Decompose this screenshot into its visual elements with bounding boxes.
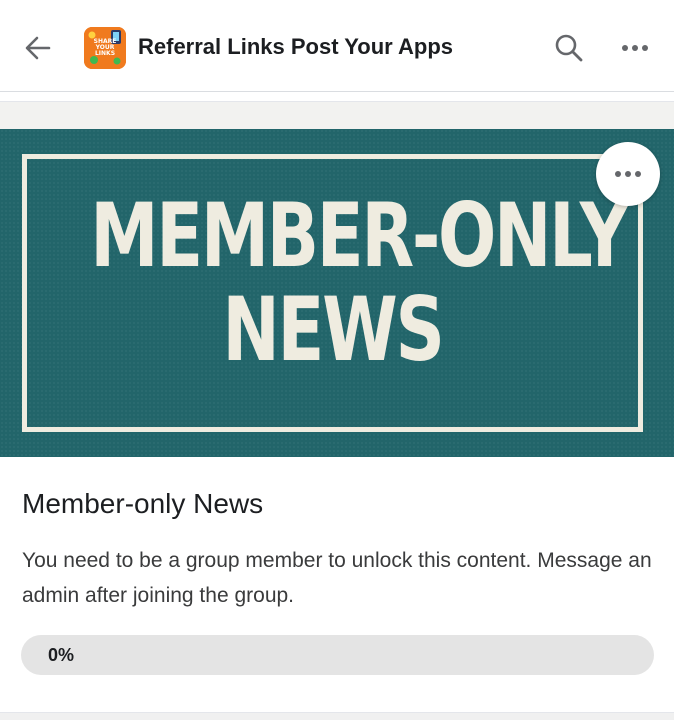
progress-label: 0% <box>48 645 75 665</box>
arrow-left-icon <box>25 36 51 60</box>
more-options-button[interactable] <box>615 28 655 68</box>
more-horizontal-icon <box>615 171 641 177</box>
search-button[interactable] <box>549 28 589 68</box>
banner-more-button[interactable] <box>596 142 660 206</box>
cover-banner: MEMBER-ONLY NEWS <box>0 129 674 457</box>
post-body: You need to be a group member to unlock … <box>22 549 652 607</box>
banner-headline: MEMBER-ONLY NEWS <box>90 184 629 381</box>
post-title: Member-only News <box>22 488 264 519</box>
banner-line-2: NEWS <box>222 278 444 381</box>
group-avatar-text: SHARE YOUR LINKS <box>93 38 117 57</box>
banner-line-1: MEMBER-ONLY <box>90 184 629 287</box>
section-divider <box>0 101 674 129</box>
more-horizontal-icon <box>622 45 648 51</box>
back-button[interactable] <box>18 28 58 68</box>
top-bar: SHARE YOUR LINKS Referral Links Post You… <box>0 0 674 92</box>
group-avatar[interactable]: SHARE YOUR LINKS <box>84 27 126 69</box>
group-title[interactable]: Referral Links Post Your Apps <box>138 34 453 60</box>
bottom-divider <box>0 712 674 720</box>
progress-bar: 0% <box>21 635 654 675</box>
search-icon <box>555 34 583 62</box>
